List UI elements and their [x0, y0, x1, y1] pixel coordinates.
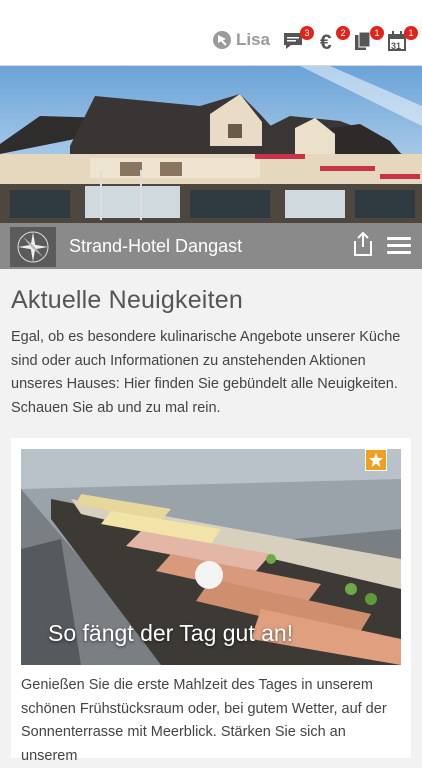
top-bar: Lisa 3 € 2 1 31 1 — [0, 0, 422, 66]
breakfast-buffet-image: So fängt der Tag gut an! — [21, 449, 401, 665]
hotel-hero-image — [0, 66, 422, 223]
news-card[interactable]: So fängt der Tag gut an! Genießen Sie di… — [11, 438, 411, 764]
news-title: So fängt der Tag gut an! — [48, 620, 294, 646]
chat-badge: 3 — [300, 26, 314, 40]
calendar-badge: 1 — [404, 26, 418, 40]
share-icon[interactable] — [352, 231, 374, 262]
documents-badge: 1 — [370, 26, 384, 40]
news-text: Genießen Sie die erste Mahlzeit des Tage… — [21, 677, 387, 764]
lisa-logo-icon — [213, 31, 231, 49]
user-menu[interactable]: Lisa — [212, 30, 270, 50]
calendar-icon[interactable]: 31 1 — [386, 26, 418, 56]
documents-icon[interactable]: 1 — [352, 26, 384, 56]
star-icon[interactable] — [365, 449, 387, 471]
chat-icon[interactable]: 3 — [282, 26, 314, 56]
page-title: Aktuelle Neuigkeiten — [11, 286, 243, 314]
euro-icon[interactable]: € 2 — [318, 26, 350, 56]
compass-logo-icon — [10, 227, 56, 267]
calendar-day: 31 — [391, 41, 402, 51]
intro-text: Egal, ob es besondere kulinarische Angeb… — [11, 329, 401, 416]
euro-badge: 2 — [336, 26, 350, 40]
hotel-title-bar: Strand-Hotel Dangast — [0, 223, 422, 269]
hotel-name: Strand-Hotel Dangast — [69, 236, 243, 256]
user-name: Lisa — [236, 30, 271, 49]
svg-text:€: € — [320, 31, 332, 52]
hamburger-menu-icon[interactable] — [387, 237, 411, 255]
